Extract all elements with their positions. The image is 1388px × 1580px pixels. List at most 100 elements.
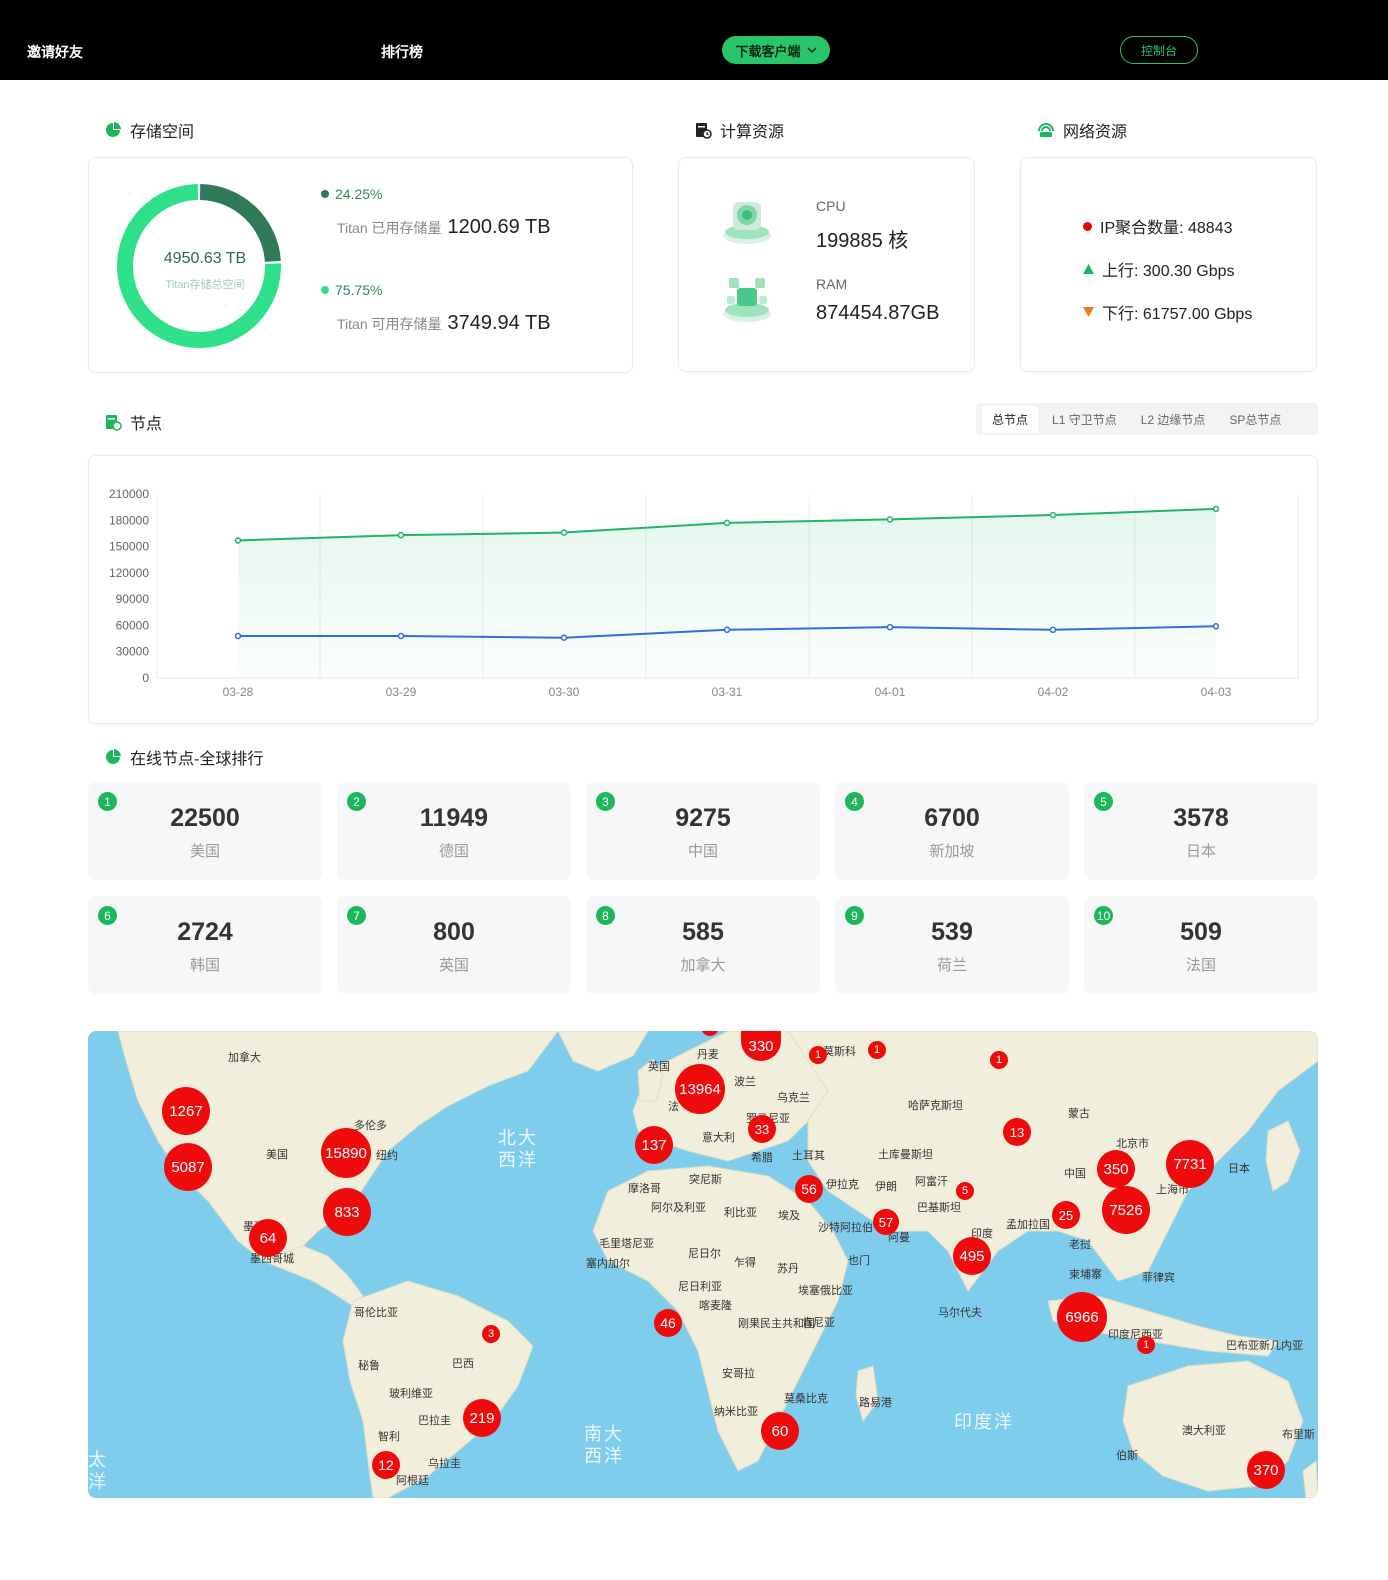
series-point[interactable] <box>560 529 568 536</box>
node-count-bubble[interactable]: 833 <box>323 1188 371 1236</box>
node-count-bubble[interactable]: 46 <box>654 1309 682 1337</box>
map-label: 乌克兰 <box>777 1092 810 1104</box>
node-count-bubble[interactable]: 6966 <box>1057 1292 1107 1342</box>
map-label: 土耳其 <box>792 1150 825 1162</box>
node-count-bubble[interactable]: 5087 <box>164 1143 212 1191</box>
series-point[interactable] <box>1212 505 1220 513</box>
node-count-bubble[interactable]: 7526 <box>1102 1186 1150 1234</box>
series-point[interactable] <box>723 626 731 634</box>
ocean-label-north-atlantic: 北大 西洋 <box>498 1128 538 1170</box>
node-count-bubble[interactable]: 1 <box>990 1051 1008 1069</box>
node-count-bubble[interactable]: 3 <box>482 1325 500 1343</box>
series-point[interactable] <box>397 632 405 640</box>
storage-card: 4950.63 TB Titan存储总空间 24.25% Titan 已用存储量… <box>88 157 633 373</box>
storage-total-value: 4950.63 TB <box>163 250 247 267</box>
rank-country: 美国 <box>189 843 220 860</box>
red-dot-icon <box>1083 221 1092 231</box>
node-count-bubble[interactable]: 1 <box>809 1046 827 1064</box>
rank-card: 6 2724 韩国 <box>88 896 322 994</box>
node-count-bubble[interactable]: 25 <box>1052 1201 1080 1229</box>
node-count-bubble[interactable]: 495 <box>953 1237 991 1275</box>
map-label: 澳大利亚 <box>1182 1425 1226 1437</box>
nav-ranking-link[interactable]: 排行榜 <box>381 42 423 62</box>
console-button[interactable]: 控制台 <box>1120 36 1198 64</box>
node-count-bubble[interactable]: 15890 <box>321 1128 371 1178</box>
node-count-bubble[interactable]: 12 <box>372 1451 400 1479</box>
nodes-section-title: 节点 <box>104 410 162 434</box>
series-point[interactable] <box>1049 626 1057 634</box>
available-storage-row: Titan 可用存储量 3749.94 TB <box>337 312 551 335</box>
map-label: 毛里塔尼亚 <box>599 1238 654 1250</box>
tab-l2-nodes[interactable]: L2 边缘节点 <box>1131 406 1216 433</box>
node-count-bubble[interactable]: 7731 <box>1166 1140 1214 1188</box>
node-count-bubble[interactable]: 1 <box>868 1041 886 1059</box>
rank-country: 德国 <box>438 843 469 860</box>
node-count-bubble[interactable]: 64 <box>249 1219 287 1257</box>
series-point[interactable] <box>886 516 894 523</box>
map-label: 纽约 <box>376 1150 398 1162</box>
map-label: 伯斯 <box>1116 1450 1138 1462</box>
map-label: 埃塞俄比亚 <box>798 1285 853 1297</box>
compute-card: CPU 199885 核 RAM 874454.87GB <box>678 157 975 372</box>
upload-text: 上行: 300.30 Gbps <box>1102 263 1235 280</box>
map-label: 苏丹 <box>777 1263 799 1275</box>
series-point[interactable] <box>560 634 568 641</box>
map-label: 路易港 <box>859 1397 892 1409</box>
map-label: 马尔代夫 <box>938 1307 982 1319</box>
map-label: 柬埔寨 <box>1069 1269 1102 1281</box>
node-count-bubble[interactable]: 33 <box>748 1115 776 1143</box>
series-point[interactable] <box>234 537 242 544</box>
pie-chart-icon <box>106 122 121 137</box>
node-count-bubble[interactable]: 350 <box>1097 1150 1135 1188</box>
series-point[interactable] <box>234 632 242 640</box>
used-dot-icon <box>321 190 329 198</box>
series-point[interactable] <box>1049 511 1057 519</box>
map-label: 乌拉圭 <box>428 1458 461 1470</box>
tab-sp-nodes[interactable]: SP总节点 <box>1219 406 1291 433</box>
map-label: 安哥拉 <box>722 1368 755 1380</box>
map-label: 美国 <box>266 1149 288 1161</box>
console-label: 控制台 <box>1140 43 1177 58</box>
map-label: 纳米比亚 <box>714 1406 758 1418</box>
map-label: 阿尔及利亚 <box>651 1202 706 1214</box>
available-percent: 75.75% <box>321 282 382 298</box>
nodes-chart-card: 210000 180000 150000 120000 90000 60000 30000 0… <box>88 455 1318 724</box>
rank-country: 英国 <box>438 957 469 974</box>
map-label: 希腊 <box>751 1152 773 1164</box>
node-count-bubble[interactable]: 60 <box>761 1412 799 1450</box>
node-count-bubble[interactable]: 219 <box>463 1399 501 1437</box>
tab-l1-nodes[interactable]: L1 守卫节点 <box>1042 406 1127 433</box>
node-count-bubble[interactable]: 1267 <box>162 1087 210 1135</box>
node-count-bubble[interactable]: 137 <box>635 1126 673 1164</box>
compute-section-title: 计算资源 <box>694 118 784 142</box>
node-count-bubble[interactable]: 13964 <box>675 1064 725 1114</box>
network-card: IP聚合数量: 48843 上行: 300.30 Gbps 下行: 61757.… <box>1020 157 1317 372</box>
tab-total-nodes[interactable]: 总节点 <box>982 405 1039 433</box>
available-storage-label: Titan 可用存储量 <box>337 316 442 332</box>
node-count-bubble[interactable]: 57 <box>873 1209 899 1235</box>
x-tick-label: 03-30 <box>549 685 580 699</box>
series-point[interactable] <box>723 519 731 527</box>
map-label: 乍得 <box>734 1257 756 1269</box>
node-count-bubble[interactable]: 56 <box>795 1175 823 1203</box>
down-triangle-icon <box>1083 307 1094 317</box>
node-count-bubble[interactable]: 5 <box>956 1182 974 1200</box>
node-count-bubble[interactable]: 370 <box>1247 1451 1285 1489</box>
download-client-button[interactable]: 下载客户端 <box>722 36 830 64</box>
map-label: 孟加拉国 <box>1006 1219 1050 1231</box>
series-point[interactable] <box>397 531 405 539</box>
series-point[interactable] <box>886 623 894 631</box>
node-count-bubble[interactable]: 1 <box>1137 1336 1155 1354</box>
map-label: 中国 <box>1064 1168 1086 1180</box>
map-label: 巴西 <box>452 1358 474 1370</box>
y-tick-label: 0 <box>142 671 149 685</box>
nav-invite-link[interactable]: 邀请好友 <box>27 42 83 62</box>
map-label: 日本 <box>1228 1163 1250 1175</box>
map-label: 莫桑比克 <box>784 1393 828 1405</box>
world-node-map[interactable]: 北大 西洋 南大 西洋 印度洋 太 洋 加拿大 美国 多伦多 纽约 墨西哥 墨西… <box>88 1031 1318 1498</box>
node-count-bubble[interactable]: 13 <box>1003 1118 1031 1146</box>
rank-card: 2 11949 德国 <box>337 782 571 880</box>
map-label: 蒙古 <box>1068 1108 1090 1120</box>
map-label: 突尼斯 <box>689 1174 722 1186</box>
series-point[interactable] <box>1212 623 1220 630</box>
